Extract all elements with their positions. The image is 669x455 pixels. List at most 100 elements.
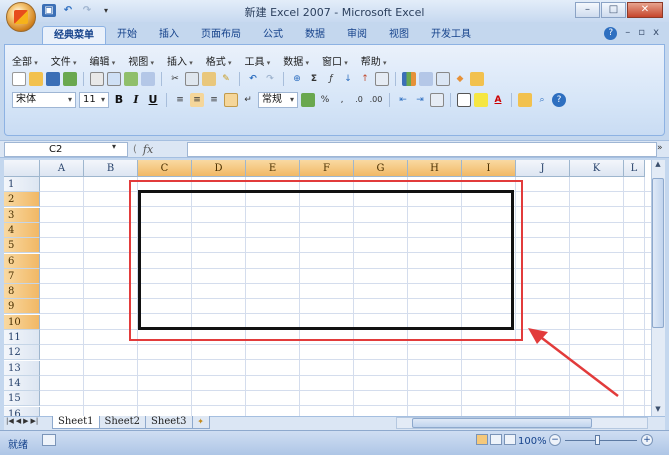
classic-menu-item[interactable]: 编辑 xyxy=(90,53,116,68)
underline-button[interactable]: U xyxy=(146,93,160,106)
number-format-select[interactable]: 常规 xyxy=(258,91,298,108)
maximize-button[interactable]: □ xyxy=(601,2,626,18)
ribbon-tab[interactable]: 插入 xyxy=(148,26,190,44)
chart-icon[interactable] xyxy=(402,71,416,86)
new-file-icon[interactable] xyxy=(12,71,26,86)
sheet-tab[interactable]: Sheet3 xyxy=(145,416,193,429)
sort-descending-icon[interactable]: ↑ xyxy=(358,72,372,86)
macro-record-icon[interactable] xyxy=(42,434,56,446)
sheet-tab[interactable]: Sheet2 xyxy=(98,416,147,429)
format-painter-icon[interactable]: ✎ xyxy=(219,72,233,86)
ribbon-minimize-button[interactable]: – xyxy=(625,27,630,40)
office-button[interactable] xyxy=(6,2,36,32)
next-sheet-icon[interactable]: ▶ xyxy=(23,417,28,425)
classic-menu-item[interactable]: 帮助 xyxy=(361,53,387,68)
scroll-down-icon[interactable]: ▼ xyxy=(652,405,664,413)
print-preview-icon[interactable] xyxy=(107,71,121,86)
row-header[interactable]: 1 xyxy=(4,177,40,192)
column-header[interactable]: D xyxy=(192,160,246,177)
spelling-icon[interactable] xyxy=(124,71,138,86)
vertical-scroll-thumb[interactable] xyxy=(652,178,664,328)
classic-menu-item[interactable]: 窗口 xyxy=(322,53,348,68)
table-icon[interactable] xyxy=(436,71,450,86)
zoom-level[interactable]: 100% xyxy=(518,436,547,447)
minimize-button[interactable]: – xyxy=(575,2,600,18)
ribbon-tab[interactable]: 开始 xyxy=(106,26,148,44)
ribbon-tab[interactable]: 公式 xyxy=(252,26,294,44)
ribbon-tab[interactable]: 数据 xyxy=(294,26,336,44)
font-size-select[interactable]: 11 xyxy=(79,91,109,108)
font-color-icon[interactable]: A xyxy=(491,93,505,107)
help-icon[interactable]: ? xyxy=(552,92,566,107)
zoom-slider-thumb[interactable] xyxy=(595,435,600,445)
save-icon[interactable] xyxy=(46,71,60,86)
ribbon-tab[interactable]: 经典菜单 xyxy=(42,26,106,44)
autosum-icon[interactable]: Σ xyxy=(307,72,321,86)
decrease-indent-icon[interactable]: ⇤ xyxy=(396,93,410,107)
ribbon-tab[interactable]: 页面布局 xyxy=(190,26,252,44)
normal-view-button[interactable] xyxy=(476,434,488,445)
decrease-decimal-icon[interactable]: .00 xyxy=(369,93,383,107)
styles-icon[interactable] xyxy=(518,92,532,107)
select-all-button[interactable] xyxy=(4,160,40,177)
increase-decimal-icon[interactable]: .0 xyxy=(352,93,366,107)
highlight-icon[interactable]: ◆ xyxy=(453,72,467,86)
folder-icon[interactable] xyxy=(470,71,484,86)
print-icon[interactable] xyxy=(90,71,104,86)
merge-center-icon[interactable] xyxy=(224,92,238,107)
insert-sheet-icon[interactable]: ✦ xyxy=(191,416,210,429)
formula-input[interactable] xyxy=(187,142,657,157)
classic-menu-item[interactable]: 格式 xyxy=(206,53,232,68)
row-header[interactable]: 8 xyxy=(4,284,40,300)
ribbon-tab[interactable]: 开发工具 xyxy=(420,26,482,44)
column-header[interactable]: J xyxy=(516,160,570,177)
classic-menu-item[interactable]: 视图 xyxy=(128,53,154,68)
column-header[interactable]: L xyxy=(624,160,645,177)
column-header[interactable]: K xyxy=(570,160,624,177)
row-header[interactable]: 12 xyxy=(4,345,40,361)
column-header[interactable]: I xyxy=(462,160,516,177)
wrap-text-icon[interactable]: ↵ xyxy=(241,93,255,107)
increase-indent-icon[interactable]: ⇥ xyxy=(413,93,427,107)
ribbon-restore-button[interactable]: ▫ xyxy=(638,27,645,40)
currency-icon[interactable] xyxy=(301,92,315,107)
scroll-up-icon[interactable]: ▲ xyxy=(652,160,664,168)
open-folder-icon[interactable] xyxy=(29,71,43,86)
prev-sheet-icon[interactable]: ◀ xyxy=(16,417,21,425)
expand-formula-bar-icon[interactable]: » xyxy=(657,143,663,153)
row-header[interactable]: 10 xyxy=(4,314,40,330)
row-header[interactable]: 13 xyxy=(4,360,40,376)
zoom-icon[interactable]: ⌕ xyxy=(535,93,549,107)
filter-icon[interactable] xyxy=(375,71,389,86)
insert-function-icon[interactable]: ƒ xyxy=(324,72,338,86)
row-header[interactable]: 2 xyxy=(4,192,40,208)
research-icon[interactable] xyxy=(141,71,155,86)
row-header[interactable]: 9 xyxy=(4,299,40,315)
align-center-icon[interactable]: ≡ xyxy=(190,92,204,107)
undo-icon[interactable]: ↶ xyxy=(246,72,260,86)
row-header[interactable]: 5 xyxy=(4,238,40,254)
fill-color-icon[interactable] xyxy=(474,92,488,107)
row-header[interactable]: 7 xyxy=(4,268,40,284)
row-header[interactable]: 3 xyxy=(4,207,40,223)
bold-button[interactable]: B xyxy=(112,93,126,106)
zoom-in-button[interactable]: + xyxy=(641,434,653,446)
horizontal-scroll-thumb[interactable] xyxy=(412,418,592,428)
column-header[interactable]: E xyxy=(246,160,300,177)
page-break-view-button[interactable] xyxy=(504,434,516,445)
percent-button[interactable]: % xyxy=(318,93,332,107)
row-header[interactable]: 6 xyxy=(4,253,40,269)
zoom-slider-track[interactable] xyxy=(565,440,637,441)
copy-icon[interactable] xyxy=(185,71,199,86)
paste-icon[interactable] xyxy=(202,71,216,86)
ribbon-tab[interactable]: 审阅 xyxy=(336,26,378,44)
classic-menu-item[interactable]: 数据 xyxy=(283,53,309,68)
name-box-dropdown-icon[interactable]: ▾ xyxy=(112,142,116,151)
comma-button[interactable]: , xyxy=(335,93,349,107)
cut-icon[interactable]: ✂ xyxy=(168,72,182,86)
name-box[interactable]: C2 xyxy=(4,142,128,157)
sort-ascending-icon[interactable]: ↓ xyxy=(341,72,355,86)
classic-menu-item[interactable]: 全部 xyxy=(12,53,38,68)
classic-menu-item[interactable]: 文件 xyxy=(51,53,77,68)
column-header[interactable]: B xyxy=(84,160,138,177)
